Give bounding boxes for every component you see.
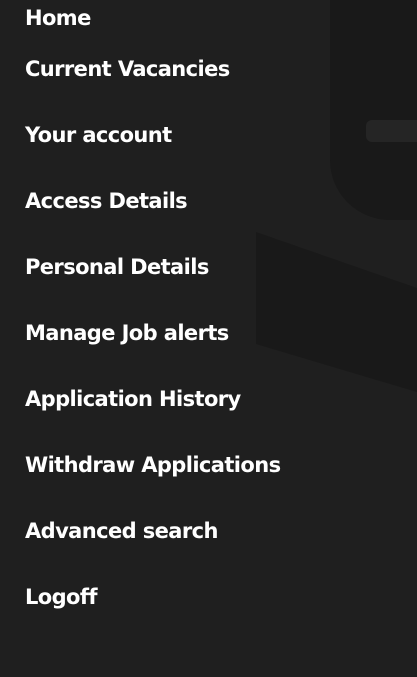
nav-item-manage-job-alerts[interactable]: Manage Job alerts [0,300,417,366]
nav-item-your-account[interactable]: Your account [0,102,417,168]
nav-item-current-vacancies[interactable]: Current Vacancies [0,36,417,102]
nav-item-withdraw-applications[interactable]: Withdraw Applications [0,432,417,498]
nav-item-advanced-search[interactable]: Advanced search [0,498,417,564]
nav-item-access-details[interactable]: Access Details [0,168,417,234]
navigation-panel: Home Current Vacancies Your account Acce… [0,0,417,677]
nav-menu: Home Current Vacancies Your account Acce… [0,0,417,630]
nav-item-application-history[interactable]: Application History [0,366,417,432]
nav-item-home[interactable]: Home [0,0,417,36]
nav-item-logoff[interactable]: Logoff [0,564,417,630]
nav-item-personal-details[interactable]: Personal Details [0,234,417,300]
